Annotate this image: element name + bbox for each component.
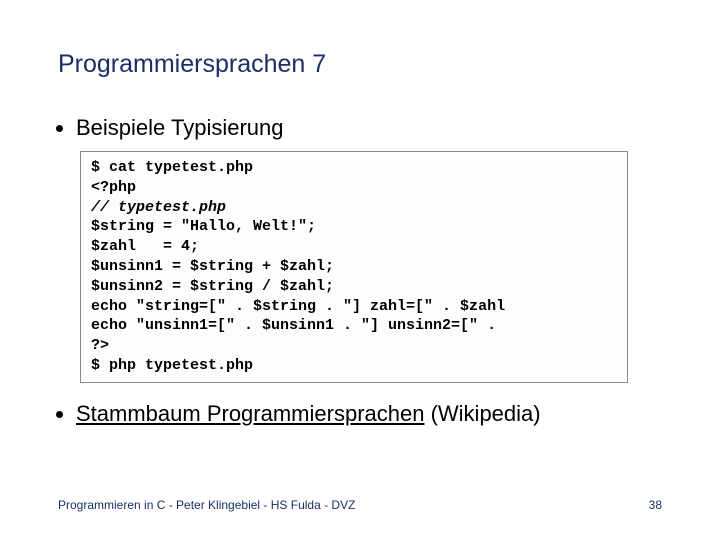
bullet-item-1: Beispiele Typisierung [76,115,662,141]
code-line-1: $ cat typetest.php [91,159,253,176]
code-line-4: $string = "Hallo, Welt!"; [91,218,316,235]
code-line-2: <?php [91,179,136,196]
code-line-5: $zahl = 4; [91,238,199,255]
bullet-list: Beispiele Typisierung [58,115,662,141]
code-line-7: $unsinn2 = $string / $zahl; [91,278,334,295]
slide-footer: Programmieren in C - Peter Klingebiel - … [58,498,662,512]
footer-page-number: 38 [649,498,662,512]
code-line-10: ?> [91,337,109,354]
code-box: $ cat typetest.php <?php // typetest.php… [80,151,628,383]
code-line-3: // typetest.php [91,199,226,216]
footer-left-text: Programmieren in C - Peter Klingebiel - … [58,498,355,512]
code-content: $ cat typetest.php <?php // typetest.php… [91,158,617,376]
code-line-6: $unsinn1 = $string + $zahl; [91,258,334,275]
slide-title: Programmiersprachen 7 [58,50,662,79]
bullet-text-1: Beispiele Typisierung [76,115,284,140]
bullet-list-2: Stammbaum Programmiersprachen (Wikipedia… [58,401,662,427]
code-line-11: $ php typetest.php [91,357,253,374]
bullet-item-2: Stammbaum Programmiersprachen (Wikipedia… [76,401,662,427]
wikipedia-link[interactable]: Stammbaum Programmiersprachen [76,401,424,426]
bullet-2-suffix: (Wikipedia) [424,401,540,426]
slide: Programmiersprachen 7 Beispiele Typisier… [0,0,720,540]
code-line-8: echo "string=[" . $string . "] zahl=[" .… [91,298,505,315]
code-line-9: echo "unsinn1=[" . $unsinn1 . "] unsinn2… [91,317,496,334]
